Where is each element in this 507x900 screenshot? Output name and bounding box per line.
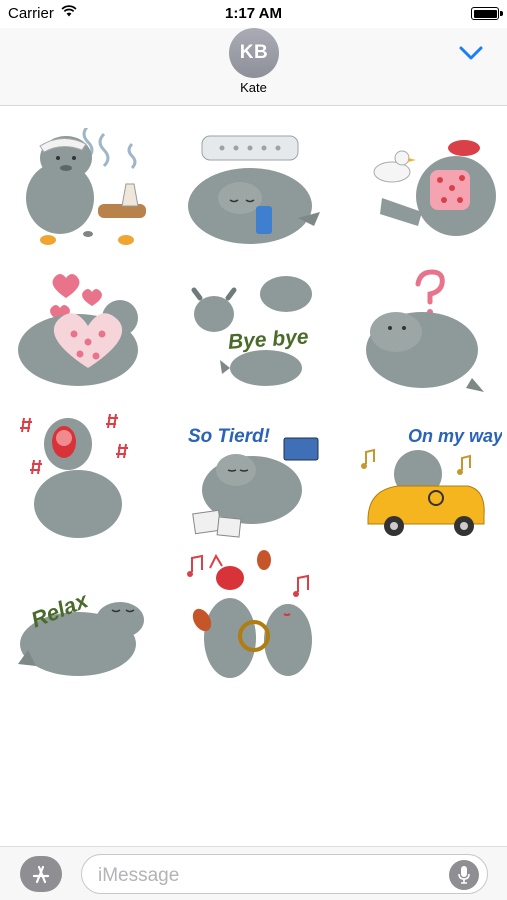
imessage-input[interactable]: iMessage xyxy=(81,854,488,894)
status-bar: Carrier 1:17 AM xyxy=(0,0,507,28)
sticker-relax[interactable]: Relax xyxy=(8,548,158,678)
imessage-placeholder: iMessage xyxy=(98,865,180,886)
sticker-bird-and-pillow[interactable] xyxy=(352,128,502,258)
sticker-yawning[interactable] xyxy=(8,408,158,538)
app-store-icon xyxy=(32,865,50,884)
caption-so-tired: So Tierd! xyxy=(188,426,270,447)
sticker-singing-maracas[interactable] xyxy=(180,548,330,678)
caption-bye-bye: Bye bye xyxy=(227,325,309,354)
sticker-on-my-way[interactable]: On my way xyxy=(352,408,502,538)
message-input-bar: iMessage xyxy=(0,846,507,900)
contact-name[interactable]: Kate xyxy=(0,80,507,95)
battery-icon xyxy=(471,7,503,20)
sticker-grid: Bye bye So Tierd! On my way Relax xyxy=(0,106,507,846)
contact-avatar[interactable]: KB xyxy=(229,28,279,78)
chevron-down-icon[interactable] xyxy=(458,44,484,62)
sticker-so-tired[interactable]: So Tierd! xyxy=(180,408,330,538)
sticker-sleeping-with-phone[interactable] xyxy=(180,128,330,258)
conversation-header: KB Kate xyxy=(0,28,507,106)
sticker-question[interactable] xyxy=(352,268,502,398)
microphone-icon xyxy=(458,866,470,884)
app-store-button[interactable] xyxy=(20,856,62,892)
microphone-button[interactable] xyxy=(449,860,479,890)
sticker-hearts-pillow[interactable] xyxy=(8,268,158,398)
sticker-hot-spring[interactable] xyxy=(8,128,158,258)
status-time: 1:17 AM xyxy=(225,5,282,22)
caption-on-my-way: On my way xyxy=(408,426,502,446)
sticker-bye-bye[interactable]: Bye bye xyxy=(180,268,330,398)
